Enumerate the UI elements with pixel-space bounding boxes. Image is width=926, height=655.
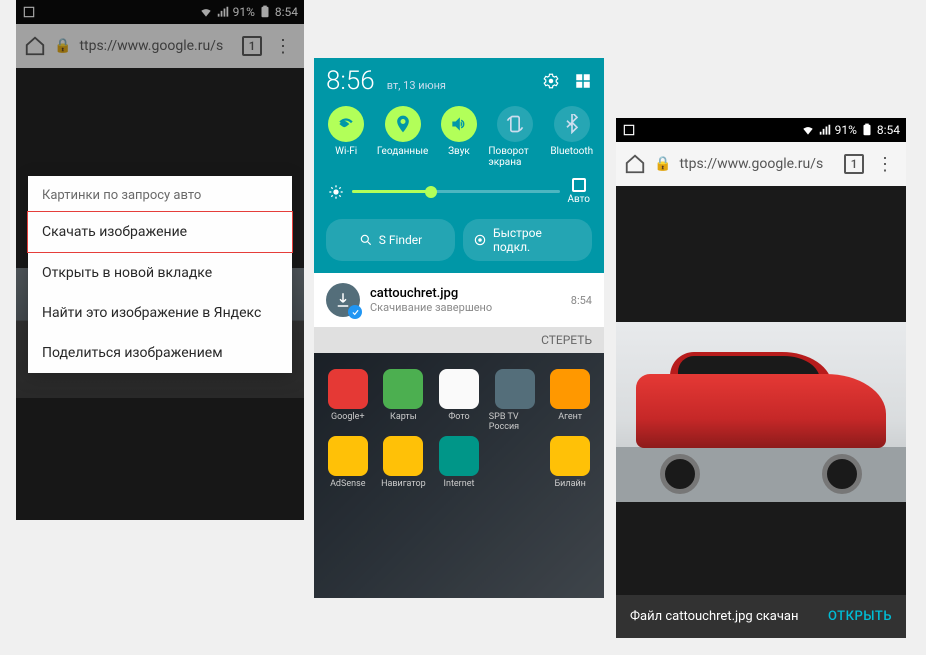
status-bar: 91% 8:54: [616, 118, 906, 142]
app-googleplus[interactable]: Google+: [322, 369, 374, 432]
toggle-rotate[interactable]: Поворот экрана: [488, 106, 542, 168]
snackbar-text: Файл cattouchret.jpg скачан: [630, 609, 799, 624]
app-maps[interactable]: Карты: [378, 369, 430, 432]
phone-1: 91% 8:54 🔒 ttps://www.google.ru/s 1 ⋮ Ка…: [16, 0, 304, 520]
snackbar-open-button[interactable]: ОТКРЫТЬ: [828, 609, 892, 624]
ctx-open-new-tab[interactable]: Открыть в новой вкладке: [28, 253, 292, 293]
lock-icon: 🔒: [654, 156, 671, 172]
download-notification[interactable]: cattouchret.jpg Скачивание завершено 8:5…: [314, 273, 604, 327]
ctx-share-image[interactable]: Поделиться изображением: [28, 333, 292, 373]
phone-2: 8:56 вт, 13 июня Wi-Fi Геоданные Звук По…: [314, 58, 604, 598]
clear-notifications[interactable]: СТЕРЕТЬ: [314, 327, 604, 353]
qs-time: 8:56: [326, 66, 375, 96]
brightness-icon: [328, 184, 344, 200]
app-beeline[interactable]: Билайн: [544, 436, 596, 489]
toggle-bluetooth[interactable]: Bluetooth: [545, 106, 599, 168]
brightness-row: Авто: [314, 172, 604, 211]
tab-count[interactable]: 1: [844, 154, 864, 174]
url-text[interactable]: ttps://www.google.ru/s: [679, 156, 836, 172]
sfinder-button[interactable]: S Finder: [326, 219, 455, 261]
toggle-wifi[interactable]: Wi-Fi: [319, 106, 373, 168]
settings-icon[interactable]: [542, 72, 560, 90]
download-icon: [326, 283, 360, 317]
car-image: [616, 322, 906, 502]
download-snackbar: Файл cattouchret.jpg скачан ОТКРЫТЬ: [616, 595, 906, 638]
home-screen: Google+ Карты Фото SPB TV Россия Агент A…: [314, 353, 604, 598]
app-agent[interactable]: Агент: [544, 369, 596, 432]
clock: 8:54: [877, 123, 900, 137]
context-menu: Картинки по запросу авто Скачать изображ…: [28, 176, 292, 373]
grid-icon[interactable]: [574, 72, 592, 90]
auto-brightness[interactable]: Авто: [568, 178, 591, 205]
notif-time: 8:54: [571, 294, 592, 307]
qs-toggle-row: Wi-Fi Геоданные Звук Поворот экрана Blue…: [314, 100, 604, 172]
notif-title: cattouchret.jpg: [370, 286, 561, 301]
quick-connect-button[interactable]: Быстрое подкл.: [463, 219, 592, 261]
brightness-slider[interactable]: [352, 190, 560, 193]
battery-icon: [860, 123, 874, 137]
toggle-sound[interactable]: Звук: [432, 106, 486, 168]
app-navigator[interactable]: Навигатор: [378, 436, 430, 489]
qs-date: вт, 13 июня: [387, 79, 446, 92]
app-photos[interactable]: Фото: [433, 369, 485, 432]
ctx-search-yandex[interactable]: Найти это изображение в Яндекс: [28, 293, 292, 333]
context-menu-header: Картинки по запросу авто: [28, 176, 292, 211]
signal-icon: [818, 123, 832, 137]
quick-settings-panel: 8:56 вт, 13 июня Wi-Fi Геоданные Звук По…: [314, 58, 604, 273]
more-icon[interactable]: ⋮: [872, 154, 898, 175]
app-adsense[interactable]: AdSense: [322, 436, 374, 489]
browser-toolbar: 🔒 ttps://www.google.ru/s 1 ⋮: [616, 142, 906, 186]
app-internet[interactable]: Internet: [433, 436, 485, 489]
app-spbtv[interactable]: SPB TV Россия: [489, 369, 541, 432]
phone-3: 91% 8:54 🔒 ttps://www.google.ru/s 1 ⋮ Фа…: [616, 118, 906, 638]
app-blank: [489, 436, 541, 489]
notif-subtitle: Скачивание завершено: [370, 301, 561, 314]
image-viewer[interactable]: [616, 186, 906, 638]
battery-pct: 91%: [835, 123, 857, 137]
home-icon[interactable]: [624, 153, 646, 175]
wifi-icon: [801, 123, 815, 137]
toggle-location[interactable]: Геоданные: [376, 106, 430, 168]
screenshot-icon: [622, 123, 636, 137]
ctx-download-image[interactable]: Скачать изображение: [27, 211, 293, 253]
